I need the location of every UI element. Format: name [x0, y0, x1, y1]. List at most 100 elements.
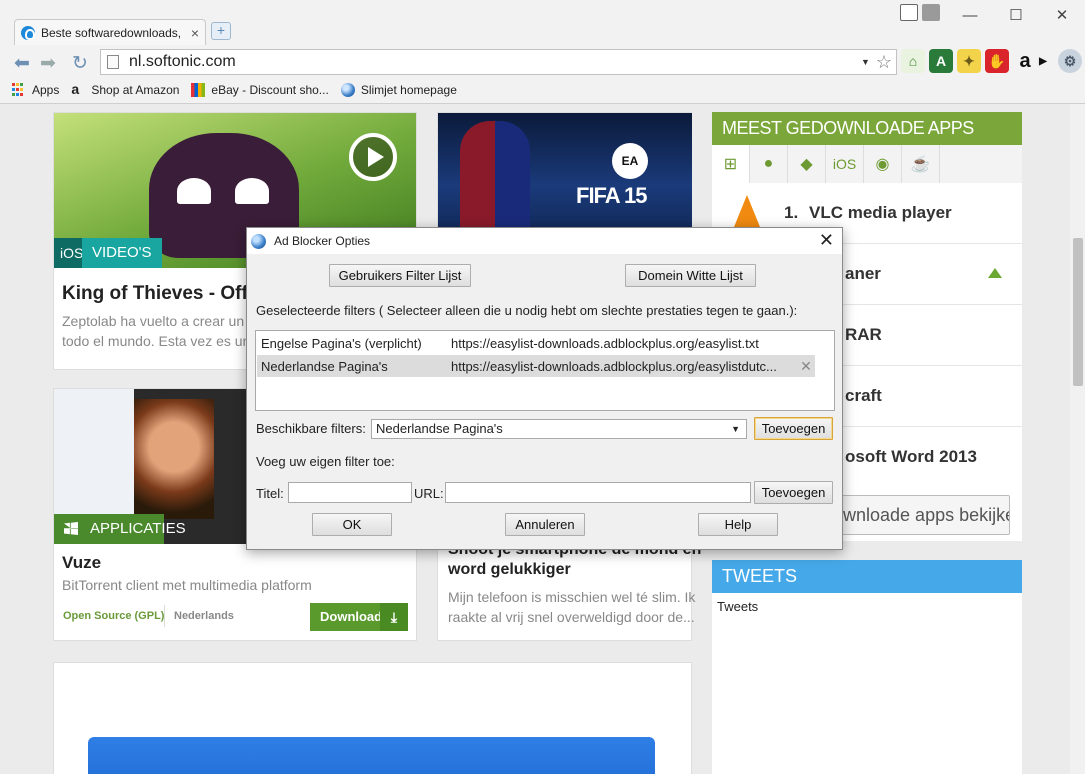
tab-close-icon[interactable]: ×: [191, 25, 199, 41]
apps-grid-icon: [12, 83, 26, 97]
remove-filter-icon[interactable]: ✕: [797, 358, 815, 375]
bookmark-star-icon[interactable]: ☆: [876, 52, 892, 73]
tweets-link[interactable]: Tweets: [717, 599, 758, 614]
dialog-title: Ad Blocker Opties: [274, 234, 371, 248]
download-icon: ⤓: [380, 603, 408, 631]
download-button[interactable]: Download ⤓: [310, 603, 408, 631]
banner-image: [88, 737, 655, 774]
reload-icon[interactable]: ↻: [72, 52, 88, 75]
tweets-heading: TWEETS: [712, 560, 1022, 593]
own-filter-label: Voeg uw eigen filter toe:: [256, 454, 395, 469]
vlc-cone-icon: [734, 195, 760, 227]
license-text: Open Source (GPL): [63, 610, 165, 622]
ok-button[interactable]: OK: [312, 513, 392, 536]
bookmark-label: eBay - Discount sho...: [211, 83, 329, 97]
window-controls: — ☐ ✕: [947, 0, 1085, 30]
maximize-button[interactable]: ☐: [993, 6, 1039, 24]
trending-up-icon: [988, 268, 1002, 278]
bookmark-apps[interactable]: Apps: [12, 83, 59, 97]
dropdown-caret-icon[interactable]: ▼: [861, 57, 870, 67]
windows-icon[interactable]: ⊞: [712, 145, 750, 183]
bookmark-label: Shop at Amazon: [91, 83, 180, 97]
bookmark-slimjet[interactable]: Slimjet homepage: [340, 83, 457, 97]
play-icon[interactable]: [349, 133, 397, 181]
ad-blocker-options-dialog: Ad Blocker Opties ✕ Gebruikers Filter Li…: [246, 227, 843, 550]
card-description: Zeptolab ha vuelto a crear un perso todo…: [62, 313, 247, 349]
user-filter-list-button[interactable]: Gebruikers Filter Lijst: [329, 264, 471, 287]
help-button[interactable]: Help: [698, 513, 778, 536]
ebay-icon: [191, 83, 206, 97]
bookmark-label: Slimjet homepage: [360, 83, 457, 97]
home-icon[interactable]: ⌂: [901, 49, 925, 73]
game-thumbnail[interactable]: EA FIFA 15: [438, 113, 692, 233]
amazon-icon[interactable]: a: [1013, 49, 1037, 73]
back-icon[interactable]: ⬅: [14, 52, 30, 75]
browser-chrome: Beste softwaredownloads, × + — ☐ ✕ ⬅ ➡ ↻…: [0, 0, 1085, 104]
lightbulb-icon[interactable]: ✦: [957, 49, 981, 73]
applications-badge[interactable]: APPLICATIES: [54, 514, 186, 544]
bookmark-ebay[interactable]: eBay - Discount sho...: [191, 83, 329, 97]
globe-icon: [340, 83, 355, 97]
view-all-apps-button[interactable]: wnloade apps bekijken: [822, 495, 1010, 535]
java-icon[interactable]: ☕: [902, 145, 940, 183]
banner-card[interactable]: [53, 662, 692, 774]
minimize-button[interactable]: —: [947, 7, 993, 24]
title-label: Titel:: [256, 486, 284, 501]
app-name[interactable]: aner: [845, 264, 881, 284]
android-icon[interactable]: ◆: [788, 145, 826, 183]
filter-url: https://easylist-downloads.adblockplus.o…: [451, 358, 777, 374]
url-text[interactable]: nl.softonic.com: [129, 53, 861, 71]
new-tab-button[interactable]: +: [211, 22, 231, 40]
bookmarks-bar: Apps a Shop at Amazon eBay - Discount sh…: [0, 78, 1085, 102]
platform-tabs: ⊞ ● ◆ iOS ◉ ☕: [712, 145, 1022, 183]
dialog-titlebar[interactable]: Ad Blocker Opties ✕: [247, 228, 842, 254]
filter-name: Nederlandse Pagina's: [261, 358, 388, 374]
page-scrollbar[interactable]: [1070, 104, 1085, 774]
settings-gear-icon[interactable]: ⚙: [1058, 49, 1082, 73]
app-name[interactable]: RAR: [845, 325, 882, 345]
web-icon[interactable]: ◉: [864, 145, 902, 183]
adblock-hand-icon[interactable]: ✋: [985, 49, 1009, 73]
profile-icon[interactable]: [922, 4, 940, 21]
close-window-button[interactable]: ✕: [1039, 6, 1085, 24]
filter-name: Engelse Pagina's (verplicht): [261, 335, 422, 351]
cancel-button[interactable]: Annuleren: [505, 513, 585, 536]
article-title-line2[interactable]: word gelukkiger: [448, 561, 571, 579]
navigation-toolbar: ⬅ ➡ ↻ nl.softonic.com ▼ ☆ ⌂ A ✦ ✋ a ▶ ⚙: [0, 46, 1085, 78]
tab-ios[interactable]: iOS: [826, 145, 864, 183]
title-input[interactable]: [288, 482, 412, 503]
more-extensions-icon[interactable]: ▶: [1036, 49, 1050, 73]
app-title[interactable]: Vuze: [62, 553, 101, 573]
filter-row[interactable]: Engelse Pagina's (verplicht) https://eas…: [257, 332, 815, 354]
video-badge[interactable]: VIDEO'S: [82, 238, 162, 268]
scrollbar-thumb[interactable]: [1073, 238, 1083, 386]
selected-filters-list[interactable]: Engelse Pagina's (verplicht) https://eas…: [255, 330, 835, 411]
url-label: URL:: [414, 486, 444, 501]
available-filters-select[interactable]: Nederlandse Pagina's ▼: [371, 419, 747, 439]
add-filter-button[interactable]: Toevoegen: [754, 417, 833, 440]
tweets-panel: Tweets: [712, 593, 1022, 774]
app-name[interactable]: VLC media player: [809, 203, 952, 223]
forward-icon[interactable]: ➡: [40, 52, 56, 75]
add-own-filter-button[interactable]: Toevoegen: [754, 481, 833, 504]
url-input[interactable]: [445, 482, 751, 503]
app-name[interactable]: craft: [845, 386, 882, 406]
article-description: Mijn telefoon is misschien wel té slim. …: [448, 589, 696, 625]
apple-icon[interactable]: ●: [750, 145, 788, 183]
ea-logo: EA: [612, 143, 648, 179]
most-downloaded-heading: MEEST GEDOWNLOADE APPS: [712, 112, 1022, 145]
bookmark-label: Apps: [32, 83, 60, 97]
amazon-icon: a: [71, 81, 80, 97]
domain-whitelist-button[interactable]: Domein Witte Lijst: [625, 264, 756, 287]
address-bar[interactable]: nl.softonic.com ▼ ☆: [100, 49, 897, 75]
shirt-icon[interactable]: [900, 4, 918, 21]
filter-row[interactable]: Nederlandse Pagina's https://easylist-do…: [257, 355, 815, 377]
translate-icon[interactable]: A: [929, 49, 953, 73]
dropdown-arrow-icon: ▼: [731, 424, 740, 434]
app-name[interactable]: osoft Word 2013: [845, 447, 977, 467]
dialog-close-button[interactable]: ✕: [819, 230, 834, 251]
player-illustration: [460, 121, 530, 233]
browser-tab[interactable]: Beste softwaredownloads, ×: [14, 19, 206, 45]
download-label: Download: [320, 609, 383, 624]
bookmark-amazon[interactable]: a Shop at Amazon: [71, 81, 180, 97]
